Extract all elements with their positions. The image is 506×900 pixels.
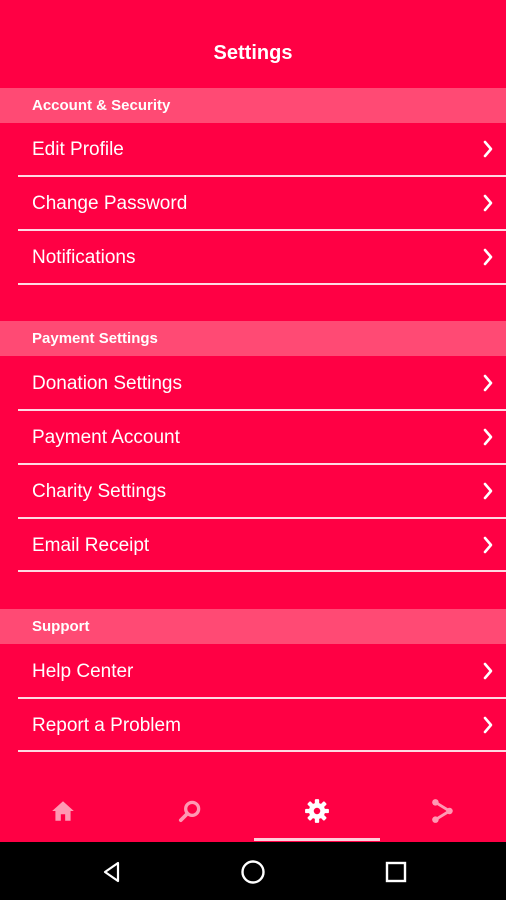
row-label: Payment Account [32, 426, 180, 448]
settings-row-help-center[interactable]: Help Center [0, 645, 506, 698]
settings-row-edit-profile[interactable]: Edit Profile [0, 123, 506, 176]
chevron-right-icon [483, 140, 493, 158]
nav-back-button[interactable] [92, 852, 132, 892]
row-label: Email Receipt [32, 534, 150, 556]
chevron-right-icon [483, 374, 493, 392]
settings-row-charity-settings[interactable]: Charity Settings [0, 465, 506, 518]
chevron-right-icon [483, 662, 493, 680]
tab-search[interactable] [127, 780, 253, 842]
app-header: Settings [0, 0, 506, 88]
gear-icon [305, 799, 329, 823]
chevron-right-icon [483, 536, 493, 554]
settings-row-payment-account[interactable]: Payment Account [0, 411, 506, 464]
section-title: Support [32, 618, 90, 635]
chevron-right-icon [483, 428, 493, 446]
row-label: Report a Problem [32, 714, 181, 736]
row-label: Change Password [32, 192, 188, 214]
divider [18, 283, 506, 285]
row-label: Help Center [32, 660, 134, 682]
section-title: Account & Security [32, 97, 171, 114]
settings-row-notifications[interactable]: Notifications [0, 231, 506, 284]
home-icon [52, 801, 74, 821]
row-label: Notifications [32, 246, 136, 268]
nav-recents-button[interactable] [376, 852, 416, 892]
divider [18, 570, 506, 572]
nav-home-button[interactable] [233, 852, 273, 892]
section-header-support: Support [0, 609, 506, 644]
settings-row-email-receipt[interactable]: Email Receipt [0, 519, 506, 572]
system-nav-bar [0, 842, 506, 900]
page-title: Settings [213, 41, 293, 64]
back-icon [103, 861, 120, 883]
bottom-tab-bar [0, 780, 506, 842]
section-header-account-security: Account & Security [0, 88, 506, 123]
section-header-payment-settings: Payment Settings [0, 321, 506, 356]
tab-home[interactable] [0, 780, 126, 842]
row-label: Edit Profile [32, 138, 124, 160]
divider [18, 750, 506, 752]
tab-settings[interactable] [254, 780, 380, 842]
home-circle-icon [241, 860, 265, 884]
chevron-right-icon [483, 194, 493, 212]
chevron-right-icon [483, 716, 493, 734]
recents-icon [385, 861, 407, 883]
chevron-right-icon [483, 482, 493, 500]
section-title: Payment Settings [32, 330, 158, 347]
active-tab-indicator [254, 838, 380, 841]
chevron-right-icon [483, 248, 493, 266]
row-label: Charity Settings [32, 480, 167, 502]
settings-row-donation-settings[interactable]: Donation Settings [0, 357, 506, 410]
row-label: Donation Settings [32, 372, 182, 394]
settings-row-report-a-problem[interactable]: Report a Problem [0, 699, 506, 752]
settings-row-change-password[interactable]: Change Password [0, 177, 506, 230]
search-icon [178, 800, 201, 823]
share-icon [432, 799, 453, 823]
tab-share[interactable] [380, 780, 506, 842]
